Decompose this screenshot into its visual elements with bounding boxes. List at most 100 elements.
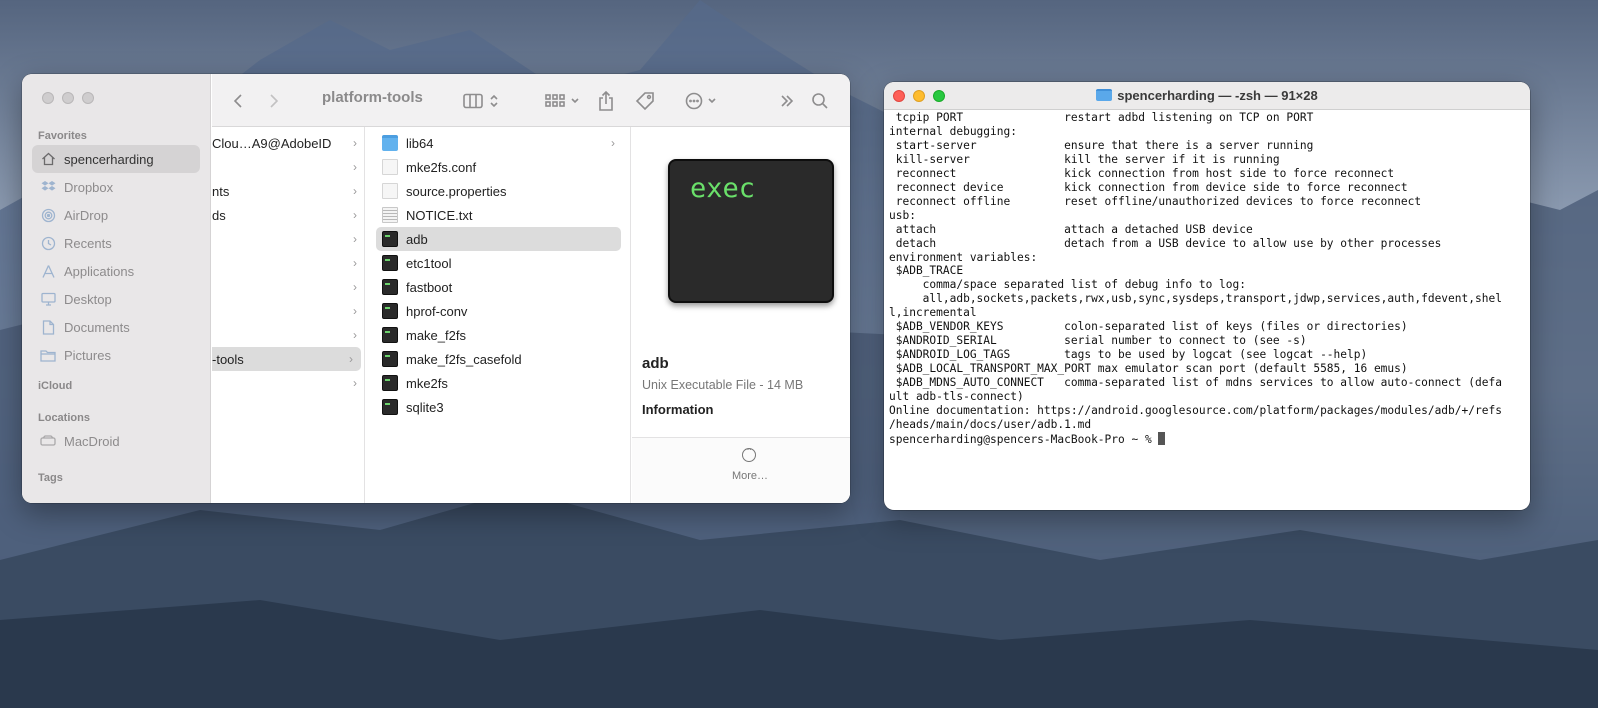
executable-icon [382, 327, 398, 343]
sidebar-item-macdroid[interactable]: MacDroid [32, 427, 200, 455]
terminal-line: all,adb,sockets,packets,rwx,usb,sync,sys… [889, 292, 1502, 306]
search-button[interactable] [810, 90, 830, 112]
text-file-icon [382, 207, 398, 223]
sidebar-item-label: MacDroid [64, 433, 120, 449]
list-item[interactable]: › [212, 155, 364, 179]
chevron-right-icon: › [349, 352, 353, 366]
list-item-mke2fs[interactable]: mke2fs [376, 371, 621, 395]
toolbar-overflow-button[interactable] [778, 90, 796, 112]
list-item-make-f2fs-casefold[interactable]: make_f2fs_casefold [376, 347, 621, 371]
share-icon [599, 91, 613, 111]
terminal-window[interactable]: spencerharding — -zsh — 91×28 tcpip PORT… [884, 82, 1530, 510]
search-icon [812, 93, 828, 109]
terminal-line: reconnect device kick connection from de… [889, 180, 1408, 194]
sidebar-item-pictures[interactable]: Pictures [32, 341, 200, 369]
airdrop-icon [40, 207, 56, 223]
close-button[interactable] [42, 92, 54, 104]
item-label: source.properties [406, 183, 507, 199]
chevron-right-icon: › [353, 256, 357, 270]
sidebar-section-icloud[interactable]: iCloud [38, 380, 72, 392]
window-title: platform-tools [322, 89, 423, 106]
list-item[interactable]: › [212, 251, 364, 275]
dropbox-icon [40, 179, 56, 195]
list-item[interactable]: › [212, 227, 364, 251]
sidebar-item-dropbox[interactable]: Dropbox [32, 173, 200, 201]
sidebar-item-spencerharding[interactable]: spencerharding [32, 145, 200, 173]
list-item[interactable]: Clou…A9@AdobeID › [212, 131, 364, 155]
list-item-hprof-conv[interactable]: hprof-conv [376, 299, 621, 323]
tag-button[interactable] [634, 90, 656, 112]
list-item[interactable]: nts › [212, 179, 364, 203]
more-label: More… [731, 470, 769, 482]
more-button[interactable]: More… [632, 437, 850, 503]
view-mode-button[interactable] [458, 90, 504, 112]
drive-icon [40, 433, 56, 449]
list-item[interactable]: › [212, 323, 364, 347]
sidebar-item-documents[interactable]: Documents [32, 313, 200, 341]
sidebar-section-tags[interactable]: Tags [38, 472, 63, 484]
chevron-right-icon: › [353, 376, 357, 390]
list-item[interactable]: › [212, 275, 364, 299]
finder-column-platform-tools[interactable]: lib64 › mke2fs.conf source.properties NOT… [366, 127, 631, 503]
item-label: make_f2fs_casefold [406, 351, 522, 367]
terminal-line: l,incremental [889, 306, 977, 320]
actions-button[interactable] [682, 90, 720, 112]
list-item[interactable]: ds › [212, 203, 364, 227]
list-item-notice-txt[interactable]: NOTICE.txt [376, 203, 621, 227]
executable-icon [382, 375, 398, 391]
terminal-line: $ADB_LOCAL_TRANSPORT_MAX_PORT max emulat… [889, 362, 1408, 376]
terminal-line: /heads/main/docs/user/adb.1.md [889, 417, 1092, 431]
terminal-line: $ANDROID_LOG_TAGS tags to be used by log… [889, 348, 1368, 362]
grid-icon [544, 94, 565, 107]
list-item[interactable]: › [212, 371, 364, 395]
item-label: sqlite3 [406, 399, 444, 415]
desktop-icon [40, 291, 56, 307]
list-item-selected[interactable]: -tools › [212, 347, 361, 371]
exec-icon-text: exec [690, 173, 756, 204]
folder-icon [40, 347, 56, 363]
list-item-etc1tool[interactable]: etc1tool [376, 251, 621, 275]
zoom-button[interactable] [82, 92, 94, 104]
list-item-source-properties[interactable]: source.properties [376, 179, 621, 203]
list-item[interactable]: › [212, 299, 364, 323]
terminal-line: reconnect offline reset offline/unauthor… [889, 194, 1422, 208]
terminal-output[interactable]: tcpip PORT restart adbd listening on TCP… [889, 111, 1526, 510]
forward-button[interactable] [264, 90, 284, 112]
sidebar-item-label: Dropbox [64, 179, 114, 195]
list-item-adb[interactable]: adb [376, 227, 621, 251]
item-label: lib64 [406, 135, 434, 151]
item-label: NOTICE.txt [406, 207, 473, 223]
list-item-mke2fs-conf[interactable]: mke2fs.conf [376, 155, 621, 179]
minimize-button[interactable] [62, 92, 74, 104]
terminal-title: spencerharding — -zsh — 91×28 [884, 88, 1530, 103]
group-button[interactable] [542, 90, 582, 112]
home-icon [40, 151, 56, 167]
chevron-down-icon [708, 98, 716, 104]
back-button[interactable] [228, 90, 248, 112]
terminal-titlebar[interactable]: spencerharding — -zsh — 91×28 [884, 82, 1530, 110]
columns-view-icon [463, 93, 483, 109]
sidebar-item-desktop[interactable]: Desktop [32, 285, 200, 313]
sidebar-item-applications[interactable]: Applications [32, 257, 200, 285]
sidebar-item-recents[interactable]: Recents [32, 229, 200, 257]
finder-window[interactable]: Favorites spencerharding Dropbox AirDrop… [22, 74, 850, 503]
executable-icon [382, 303, 398, 319]
finder-column-parent[interactable]: Clou…A9@AdobeID › › nts › ds › › › › › › -t… [212, 127, 365, 503]
list-item-lib64[interactable]: lib64 › [376, 131, 621, 155]
chevron-right-icon: › [353, 232, 357, 246]
terminal-line: attach attach a detached USB device [889, 222, 1253, 236]
list-item-sqlite3[interactable]: sqlite3 [376, 395, 621, 419]
chevron-right-icon: › [353, 184, 357, 198]
share-button[interactable] [596, 90, 616, 112]
terminal-line: $ADB_VENDOR_KEYS colon-separated list of… [889, 320, 1408, 334]
text-cursor [1158, 431, 1166, 445]
list-item-make-f2fs[interactable]: make_f2fs [376, 323, 621, 347]
terminal-line: reconnect kick connection from host side… [889, 166, 1395, 180]
sidebar-item-airdrop[interactable]: AirDrop [32, 201, 200, 229]
item-label: hprof-conv [406, 303, 468, 319]
item-label: make_f2fs [406, 327, 466, 343]
sidebar-section-locations[interactable]: Locations [38, 412, 90, 424]
terminal-prompt-line[interactable]: spencerharding@spencers-MacBook-Pro ~ % [889, 431, 1526, 447]
list-item-fastboot[interactable]: fastboot [376, 275, 621, 299]
executable-icon [382, 231, 398, 247]
